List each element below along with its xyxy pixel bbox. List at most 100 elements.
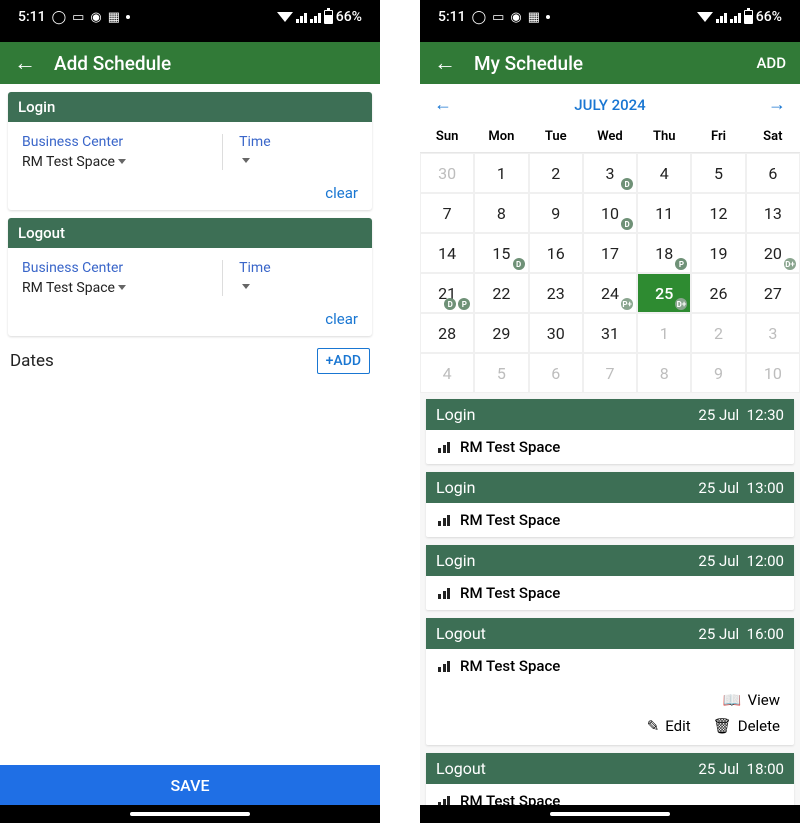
save-button[interactable]: SAVE [0, 765, 380, 805]
field-label: Business Center [22, 134, 212, 150]
cal-cell[interactable]: 20D+ [746, 233, 800, 273]
cal-cell[interactable]: 5 [474, 353, 528, 393]
view-button[interactable]: 📖View [723, 691, 780, 709]
nav-handle[interactable] [0, 805, 380, 823]
field-label: Business Center [22, 260, 212, 276]
wifi-icon [277, 12, 293, 22]
next-month-button[interactable]: → [768, 94, 786, 115]
cal-day-header: Fri [691, 121, 745, 153]
event-card[interactable]: Logout25 Jul 18:00RM Test Space [426, 753, 794, 805]
login-card: Login Business Center RM Test Space Time… [8, 92, 372, 210]
app-icon: ▭ [492, 10, 504, 25]
trash-icon: 🗑 [713, 717, 732, 735]
cal-cell[interactable]: 12 [691, 193, 745, 233]
cal-cell[interactable]: 6 [746, 153, 800, 193]
cal-cell[interactable]: 7 [583, 353, 637, 393]
bars-icon [438, 441, 450, 453]
cal-cell[interactable]: 2 [529, 153, 583, 193]
cal-cell[interactable]: 11 [637, 193, 691, 233]
cal-cell[interactable]: 16 [529, 233, 583, 273]
cal-cell[interactable]: 22 [474, 273, 528, 313]
login-header: Login [8, 92, 372, 122]
cal-cell[interactable]: 2 [691, 313, 745, 353]
event-type: Logout [436, 759, 486, 778]
cal-cell[interactable]: 5 [691, 153, 745, 193]
back-icon[interactable]: ← [434, 50, 456, 76]
cal-cell[interactable]: 24P+ [583, 273, 637, 313]
battery-pct: 66% [336, 9, 362, 25]
cal-cell[interactable]: 10 [746, 353, 800, 393]
cal-cell[interactable]: 3D [583, 153, 637, 193]
cal-cell[interactable]: 8 [474, 193, 528, 233]
cal-badge: P [675, 258, 687, 270]
dot-icon [546, 15, 550, 19]
cal-cell[interactable]: 21DP [420, 273, 474, 313]
login-clear-button[interactable]: clear [325, 184, 358, 202]
cal-cell[interactable]: 26 [691, 273, 745, 313]
field-label: Time [239, 260, 358, 276]
back-icon[interactable]: ← [14, 50, 36, 76]
cal-cell[interactable]: 28 [420, 313, 474, 353]
event-card[interactable]: Login25 Jul 13:00RM Test Space [426, 472, 794, 537]
cal-cell[interactable]: 6 [529, 353, 583, 393]
cal-cell[interactable]: 4 [420, 353, 474, 393]
cal-cell[interactable]: 7 [420, 193, 474, 233]
cal-cell[interactable]: 3 [746, 313, 800, 353]
calendar: SunMonTueWedThuFriSat30123D45678910D1112… [420, 121, 800, 393]
cal-cell[interactable]: 25D+ [637, 273, 691, 313]
login-time[interactable]: Time [223, 134, 358, 170]
cal-cell[interactable]: 29 [474, 313, 528, 353]
cal-cell[interactable]: 15D [474, 233, 528, 273]
whatsapp-icon: ◯ [472, 10, 487, 25]
logout-business-center[interactable]: Business Center RM Test Space [22, 260, 223, 296]
bars-icon [438, 587, 450, 599]
event-datetime: 25 Jul 12:00 [698, 552, 784, 570]
cal-badge: D [621, 178, 633, 190]
nav-handle[interactable] [420, 805, 800, 823]
cal-cell[interactable]: 23 [529, 273, 583, 313]
event-card[interactable]: Logout25 Jul 16:00RM Test Space📖View✎Edi… [426, 618, 794, 745]
event-type: Login [436, 405, 475, 424]
cal-day-header: Sat [746, 121, 800, 153]
bars-icon [438, 660, 450, 672]
cal-cell[interactable]: 18P [637, 233, 691, 273]
chevron-down-icon [118, 285, 126, 290]
circle-icon: ◉ [90, 10, 101, 25]
cal-badge: D+ [784, 258, 796, 270]
month-header: ← JULY 2024 → [420, 84, 800, 121]
login-business-center[interactable]: Business Center RM Test Space [22, 134, 223, 170]
cal-cell[interactable]: 8 [637, 353, 691, 393]
event-card[interactable]: Login25 Jul 12:30RM Test Space [426, 399, 794, 464]
logout-time[interactable]: Time [223, 260, 358, 296]
cal-cell[interactable]: 17 [583, 233, 637, 273]
cal-cell[interactable]: 10D [583, 193, 637, 233]
cal-cell[interactable]: 4 [637, 153, 691, 193]
logout-clear-button[interactable]: clear [325, 310, 358, 328]
prev-month-button[interactable]: ← [434, 94, 452, 115]
cal-cell[interactable]: 13 [746, 193, 800, 233]
event-space: RM Test Space [460, 584, 560, 602]
app-icon-2: ▦ [528, 10, 540, 25]
phone-add-schedule: 5:11 ◯ ▭ ◉ ▦ 66% ← Add Schedule Login [0, 0, 380, 823]
cal-cell[interactable]: 30 [529, 313, 583, 353]
add-schedule-button[interactable]: ADD [756, 54, 786, 72]
cal-cell[interactable]: 9 [691, 353, 745, 393]
cal-cell[interactable]: 31 [583, 313, 637, 353]
cal-cell[interactable]: 1 [637, 313, 691, 353]
event-space: RM Test Space [460, 438, 560, 456]
delete-button[interactable]: 🗑Delete [713, 717, 780, 735]
edit-button[interactable]: ✎Edit [647, 717, 691, 735]
signal-icon [716, 12, 727, 23]
cal-cell[interactable]: 30 [420, 153, 474, 193]
cal-badge: P [458, 298, 470, 310]
cal-cell[interactable]: 9 [529, 193, 583, 233]
book-icon: 📖 [723, 691, 742, 709]
cal-cell[interactable]: 14 [420, 233, 474, 273]
cal-cell[interactable]: 27 [746, 273, 800, 313]
cal-cell[interactable]: 19 [691, 233, 745, 273]
event-card[interactable]: Login25 Jul 12:00RM Test Space [426, 545, 794, 610]
add-date-button[interactable]: +ADD [317, 348, 370, 374]
cal-cell[interactable]: 1 [474, 153, 528, 193]
cal-day-header: Sun [420, 121, 474, 153]
logout-header: Logout [8, 218, 372, 248]
